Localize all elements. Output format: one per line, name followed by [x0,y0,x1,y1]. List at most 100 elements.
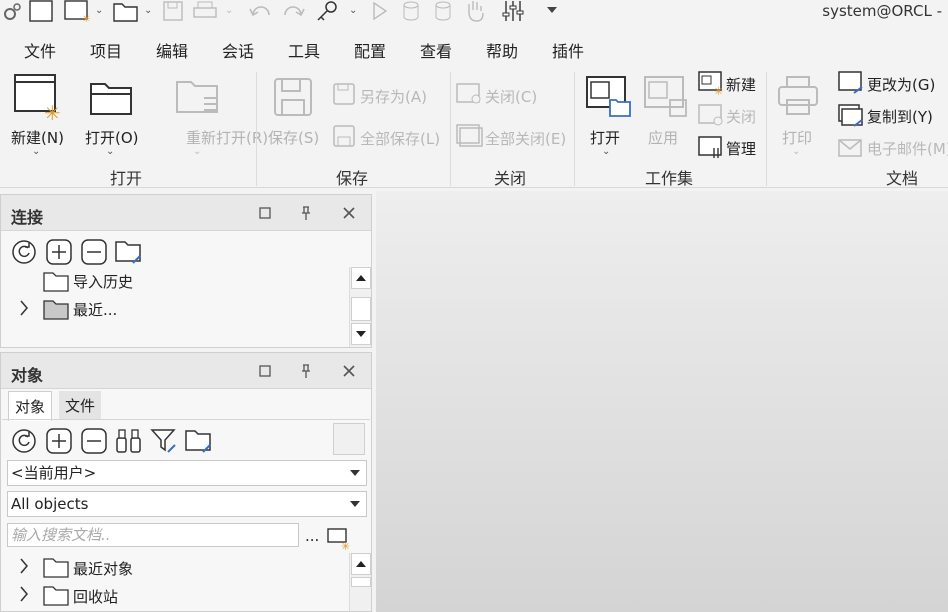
user-select[interactable]: <当前用户> [7,460,367,486]
reopen-folder-icon [176,78,224,116]
menu-project[interactable]: 项目 [90,38,122,62]
open-button[interactable]: 打开(O) ⌄ [82,70,142,162]
chevron-right-icon[interactable] [19,585,29,603]
database-icon [402,1,420,21]
run-icon [372,1,388,21]
chevron-down-icon[interactable]: ⌄ [349,5,357,16]
binoculars-icon[interactable] [115,428,143,454]
workset-open-label: 打开 [590,129,621,147]
new-window-icon[interactable]: ✳ [64,0,92,25]
close-icon[interactable] [343,365,355,377]
refresh-icon[interactable] [11,428,37,454]
connections-panel: 连接 导入历史 最近... [0,194,372,348]
group-label-close: 关闭 [494,169,527,188]
redo-icon [281,3,305,19]
scroll-thumb[interactable] [351,577,371,587]
ribbon: ✳ 新建(N) ⌄ 打开(O) ⌄ 重新打开(R) ⌄ 打开 保存(S) 另存为… [0,66,948,188]
scroll-thumb[interactable] [351,297,371,321]
menu-tools[interactable]: 工具 [288,38,320,62]
chevron-down-icon[interactable]: ⌄ [144,5,152,16]
options-button[interactable] [333,423,365,455]
workset-new-button[interactable]: 新建 [726,74,756,95]
copy-to-icon[interactable] [838,104,866,128]
open-label: 打开(O) [85,129,139,147]
folder-icon [43,556,69,578]
add-icon[interactable] [46,239,72,265]
tree-item-recent[interactable]: 最近... [73,299,117,320]
maximize-icon[interactable] [259,365,271,377]
workset-new-icon[interactable]: ✳ [698,71,724,98]
tab-objects[interactable]: 对象 [8,391,53,421]
open-folder-icon[interactable] [113,0,139,22]
workset-apply-button: 应用 [640,70,692,162]
new-search-window-icon[interactable]: ✳ [327,528,353,553]
maximize-icon[interactable] [259,207,271,219]
new-window-icon: ✳ [14,74,62,125]
change-to-icon[interactable] [838,71,866,95]
folder-settings-icon[interactable] [185,428,213,454]
email-icon [838,136,864,158]
workset-apply-icon [644,76,690,118]
remove-icon[interactable] [81,239,107,265]
menu-plugins[interactable]: 插件 [552,38,584,62]
panel-header: 连接 [1,195,371,231]
change-to-button[interactable]: 更改为(G) [867,74,935,95]
filter-icon[interactable] [150,428,179,454]
settings-sliders-icon[interactable] [502,0,524,22]
tree-item-recent-objects[interactable]: 最近对象 [73,558,133,579]
workset-manage-icon[interactable] [698,136,724,160]
workset-manage-button[interactable]: 管理 [726,138,756,159]
add-icon[interactable] [46,428,72,454]
key-icon[interactable] [316,0,340,22]
scrollbar[interactable] [349,553,371,611]
save-all-icon [333,125,357,149]
close-all-icon [456,124,483,148]
workset-open-button[interactable]: 打开 ⌄ [580,70,636,162]
tree-item-recycle-bin[interactable]: 回收站 [73,586,118,607]
more-button[interactable]: ... [305,527,319,545]
scroll-up-button[interactable] [351,553,371,575]
tab-files[interactable]: 文件 [59,391,102,420]
pin-icon[interactable] [300,206,312,220]
menu-config[interactable]: 配置 [354,38,386,62]
chevron-right-icon[interactable] [19,557,29,575]
save-button: 保存(S) [264,70,326,162]
pin-icon[interactable] [300,364,312,378]
chevron-right-icon[interactable] [19,299,29,317]
copy-to-button[interactable]: 复制到(Y) [867,106,933,127]
menu-help[interactable]: 帮助 [486,38,518,62]
remove-icon[interactable] [81,428,107,454]
search-input[interactable]: 输入搜索文档.. [7,523,299,547]
database-icon [434,1,452,21]
menu-view[interactable]: 查看 [420,38,452,62]
print-label: 打印 [782,129,813,147]
chevron-down-icon[interactable]: ⌄ [95,5,103,16]
new-file-icon[interactable] [29,0,53,22]
close-icon[interactable] [343,207,355,219]
scroll-up-button[interactable] [351,267,371,289]
menu-file[interactable]: 文件 [21,38,59,68]
new-button[interactable]: ✳ 新建(N) ⌄ [8,70,68,162]
object-type-select[interactable]: All objects [7,491,367,517]
tab-divider [2,419,370,420]
customize-dropdown-icon[interactable] [547,7,557,13]
app-gear-icon[interactable] [2,2,22,22]
folder-settings-icon[interactable] [115,239,143,265]
search-placeholder: 输入搜索文档.. [11,526,111,544]
object-type-value: All objects [11,495,89,513]
scroll-down-button[interactable] [351,323,371,345]
refresh-icon[interactable] [11,239,37,265]
close-all-button: 全部关闭(E) [485,130,567,148]
menu-edit[interactable]: 编辑 [156,38,188,62]
chevron-down-icon: ⌄ [106,146,115,157]
print-button: 打印 ⌄ [772,70,824,162]
scrollbar[interactable] [349,267,371,347]
menu-session[interactable]: 会话 [222,38,254,62]
tree-item-import-history[interactable]: 导入历史 [73,271,133,292]
save-icon [274,78,314,118]
separator [766,72,767,186]
save-icon [163,1,183,21]
svg-text:✳: ✳ [82,14,90,25]
print-icon [193,1,217,21]
workset-open-icon [586,76,632,118]
